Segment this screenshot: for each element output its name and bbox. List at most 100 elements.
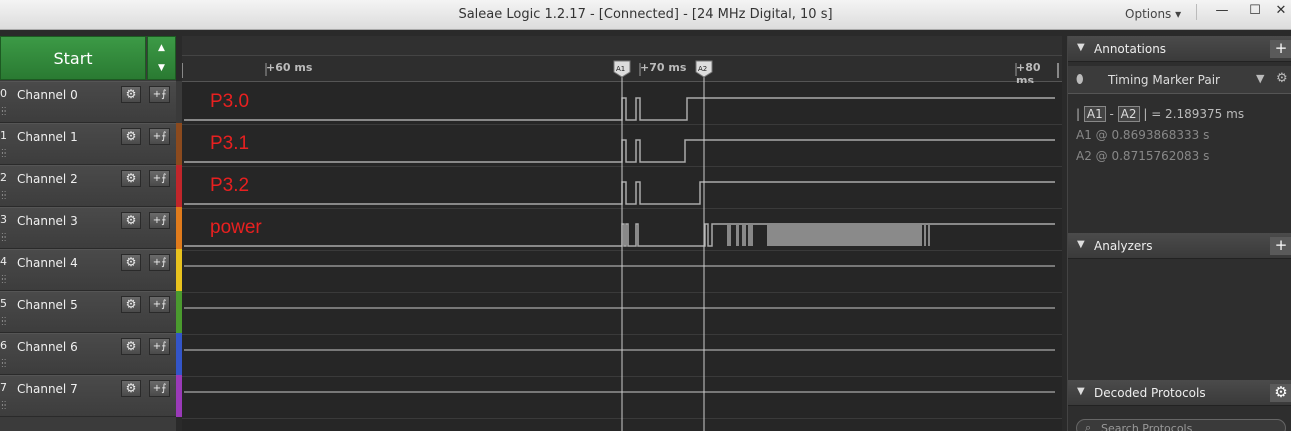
channel-row-6[interactable]: 6 :::: Channel 6 ⚙ +⨍: [0, 333, 176, 375]
marker-pair-label: Timing Marker Pair: [1108, 73, 1220, 87]
trigger-icon[interactable]: +⨍: [149, 86, 170, 103]
analyzers-header[interactable]: ▼ Analyzers +: [1068, 233, 1291, 259]
trigger-icon[interactable]: +⨍: [149, 128, 170, 145]
waveform-traces: A1 A2: [182, 60, 1059, 431]
marker-a1-box: A1: [1083, 106, 1106, 122]
marker-a1-value: @ 0.8693868333 s: [1095, 128, 1210, 142]
trace-channel-1: [184, 139, 1055, 163]
pin-icon: ⬮: [1076, 72, 1084, 86]
annotations-title: Annotations: [1094, 42, 1167, 56]
drag-handle-icon[interactable]: ::::: [1, 315, 8, 327]
marker-a2-box: A2: [1117, 106, 1140, 122]
close-button[interactable]: ✕: [1271, 0, 1291, 24]
marker-delta: | A1 - A2 | = 2.189375 ms: [1076, 106, 1245, 122]
trigger-icon[interactable]: +⨍: [149, 212, 170, 229]
channel-row-5[interactable]: 5 :::: Channel 5 ⚙ +⨍: [0, 291, 176, 333]
analyzers-title: Analyzers: [1094, 239, 1153, 253]
channel-index: 3: [0, 213, 7, 226]
marker-a2-time: A2 @ 0.8715762083 s: [1076, 149, 1209, 163]
start-button[interactable]: Start: [0, 36, 146, 80]
channel-index: 1: [0, 129, 7, 142]
chevron-down-icon[interactable]: ▼: [1256, 72, 1264, 85]
trigger-icon[interactable]: +⨍: [149, 254, 170, 271]
trigger-icon[interactable]: +⨍: [149, 338, 170, 355]
channel-index: 5: [0, 297, 7, 310]
decoded-protocols-header[interactable]: ▼ Decoded Protocols ⚙: [1068, 380, 1291, 406]
trigger-icon[interactable]: +⨍: [149, 296, 170, 313]
search-protocols-field[interactable]: ⌕ Search Protocols: [1076, 419, 1286, 431]
gear-icon[interactable]: ⚙: [121, 170, 141, 187]
title-separator: [1196, 4, 1197, 20]
gear-icon[interactable]: ⚙: [121, 296, 141, 313]
gear-icon[interactable]: ⚙: [1276, 71, 1288, 86]
trace-burst: [924, 224, 926, 246]
arrow-up-icon[interactable]: ▲: [148, 37, 175, 57]
gear-icon[interactable]: ⚙: [121, 212, 141, 229]
drag-handle-icon[interactable]: ::::: [1, 273, 8, 285]
waveform-view[interactable]: +60 ms +70 ms +80 ms P3.0 P3.1 P3.2 powe…: [182, 36, 1062, 431]
channel-name[interactable]: Channel 7: [17, 382, 78, 396]
side-panel: ▼ Annotations + ⬮ Timing Marker Pair ▼ ⚙…: [1067, 36, 1291, 431]
app-window: Saleae Logic 1.2.17 - [Connected] - [24 …: [0, 0, 1291, 431]
collapse-arrow-icon[interactable]: ▼: [1077, 42, 1085, 53]
trace-channel-0: [184, 97, 1055, 121]
marker-label-a1: A1: [616, 65, 625, 73]
channel-name[interactable]: Channel 5: [17, 298, 78, 312]
collapse-arrow-icon[interactable]: ▼: [1077, 386, 1085, 397]
trigger-icon[interactable]: +⨍: [149, 170, 170, 187]
delta-value: = 2.189375 ms: [1151, 107, 1245, 121]
channel-row-4[interactable]: 4 :::: Channel 4 ⚙ +⨍: [0, 249, 176, 291]
trace-burst: [742, 224, 746, 246]
channel-row-1[interactable]: 1 :::: Channel 1 ⚙ +⨍: [0, 123, 176, 165]
trace-burst: [928, 224, 930, 246]
add-annotation-button[interactable]: +: [1270, 40, 1291, 58]
gear-icon[interactable]: ⚙: [121, 338, 141, 355]
channel-name[interactable]: Channel 4: [17, 256, 78, 270]
trigger-icon[interactable]: +⨍: [149, 380, 170, 397]
decoded-protocols-title: Decoded Protocols: [1094, 386, 1206, 400]
channel-row-2[interactable]: 2 :::: Channel 2 ⚙ +⨍: [0, 165, 176, 207]
drag-handle-icon[interactable]: ::::: [1, 357, 8, 369]
window-title: Saleae Logic 1.2.17 - [Connected] - [24 …: [458, 7, 833, 22]
gear-icon[interactable]: ⚙: [121, 86, 141, 103]
collapse-arrow-icon[interactable]: ▼: [1077, 239, 1085, 250]
start-options-button[interactable]: ▲ ▼: [147, 36, 176, 80]
channel-name[interactable]: Channel 0: [17, 88, 78, 102]
channel-name[interactable]: Channel 1: [17, 130, 78, 144]
channel-name[interactable]: Channel 3: [17, 214, 78, 228]
decoded-settings-button[interactable]: ⚙: [1270, 384, 1291, 402]
gear-icon[interactable]: ⚙: [121, 128, 141, 145]
trace-channel-2: [184, 181, 1055, 205]
drag-handle-icon[interactable]: ::::: [1, 399, 8, 411]
gear-icon[interactable]: ⚙: [121, 254, 141, 271]
channel-row-3[interactable]: 3 :::: Channel 3 ⚙ +⨍: [0, 207, 176, 249]
channel-index: 4: [0, 255, 7, 268]
trace-burst: [767, 224, 922, 246]
marker-a2-label: A2: [1076, 149, 1092, 163]
drag-handle-icon[interactable]: ::::: [1, 147, 8, 159]
trace-burst: [748, 224, 753, 246]
arrow-down-icon[interactable]: ▼: [148, 57, 175, 77]
drag-handle-icon[interactable]: ::::: [1, 231, 8, 243]
gear-icon[interactable]: ⚙: [121, 380, 141, 397]
trace-burst: [736, 224, 739, 246]
drag-handle-icon[interactable]: ::::: [1, 189, 8, 201]
maximize-button[interactable]: ☐: [1238, 0, 1272, 24]
channel-index: 7: [0, 381, 7, 394]
title-bar: Saleae Logic 1.2.17 - [Connected] - [24 …: [0, 0, 1291, 30]
add-analyzer-button[interactable]: +: [1270, 237, 1291, 255]
search-icon: ⌕: [1085, 421, 1092, 431]
drag-handle-icon[interactable]: ::::: [1, 105, 8, 117]
marker-pair-selector[interactable]: ⬮ Timing Marker Pair ▼ ⚙: [1068, 66, 1291, 94]
marker-a1-label: A1: [1076, 128, 1092, 142]
annotations-header[interactable]: ▼ Annotations +: [1068, 36, 1291, 62]
channel-row-7[interactable]: 7 :::: Channel 7 ⚙ +⨍: [0, 375, 176, 417]
channel-name[interactable]: Channel 2: [17, 172, 78, 186]
marker-a1-time: A1 @ 0.8693868333 s: [1076, 128, 1209, 142]
channel-name[interactable]: Channel 6: [17, 340, 78, 354]
channel-index: 6: [0, 339, 7, 352]
options-menu[interactable]: Options ▾: [1125, 7, 1181, 21]
channel-index: 0: [0, 87, 7, 100]
channel-row-0[interactable]: 0 :::: Channel 0 ⚙ +⨍: [0, 81, 176, 123]
minimize-button[interactable]: —: [1205, 0, 1239, 24]
